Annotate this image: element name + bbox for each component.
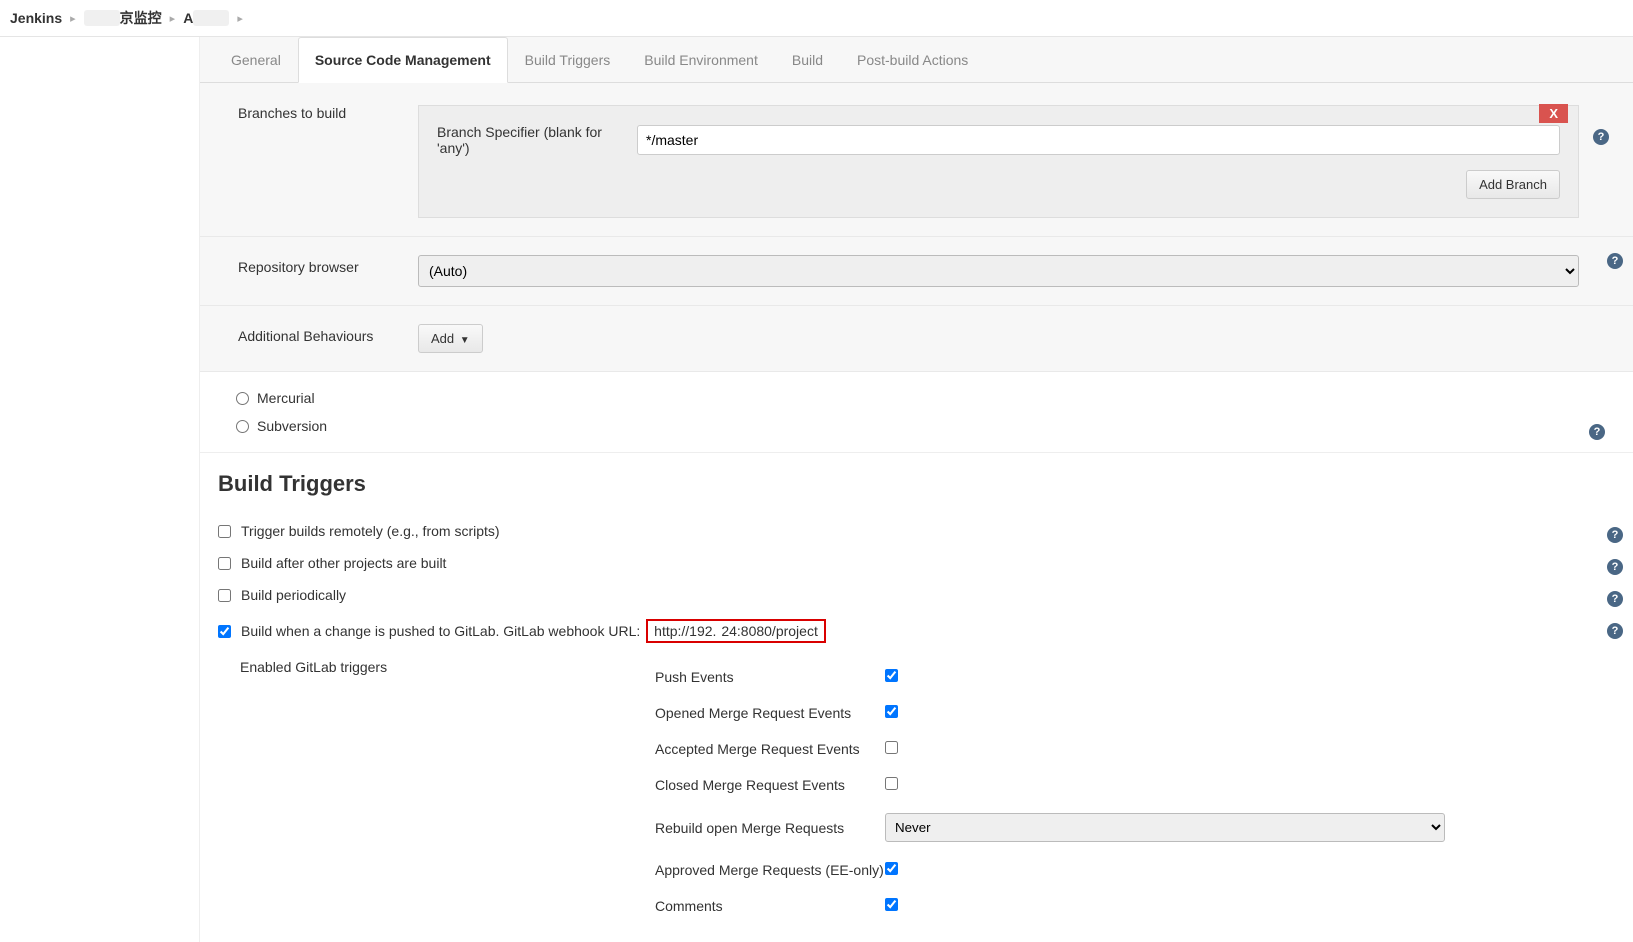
branches-panel: Branches to build X Branch Specifier (bl… xyxy=(200,83,1633,237)
repo-browser-label: Repository browser xyxy=(218,255,418,275)
branch-specifier-input[interactable] xyxy=(637,125,1560,155)
tab-environment[interactable]: Build Environment xyxy=(627,37,775,83)
breadcrumb: Jenkins ▸ 京监控 ▸ A ▸ xyxy=(0,0,1633,37)
repo-browser-panel: Repository browser (Auto) ? xyxy=(200,237,1633,306)
caret-down-icon: ▼ xyxy=(460,335,470,346)
trigger-after-checkbox[interactable] xyxy=(218,557,231,570)
left-sidebar xyxy=(0,37,200,942)
rebuild-mr-select[interactable]: Never xyxy=(885,813,1445,842)
accepted-mr-checkbox[interactable] xyxy=(885,741,898,754)
branch-specifier-label: Branch Specifier (blank for 'any') xyxy=(437,124,637,156)
help-icon[interactable]: ? xyxy=(1607,591,1623,607)
add-branch-button[interactable]: Add Branch xyxy=(1466,170,1560,199)
gitlab-webhook-url: http://192. 24:8080/project xyxy=(646,619,826,643)
chevron-right-icon: ▸ xyxy=(70,12,76,25)
trigger-periodic-label: Build periodically xyxy=(241,587,346,603)
opened-mr-label: Opened Merge Request Events xyxy=(655,705,885,721)
help-icon[interactable]: ? xyxy=(1607,527,1623,543)
tab-triggers[interactable]: Build Triggers xyxy=(508,37,628,83)
add-behaviour-button[interactable]: Add ▼ xyxy=(418,324,483,353)
config-tabs: General Source Code Management Build Tri… xyxy=(200,37,1633,83)
trigger-remote-label: Trigger builds remotely (e.g., from scri… xyxy=(241,523,500,539)
tab-general[interactable]: General xyxy=(214,37,298,83)
breadcrumb-job[interactable]: A xyxy=(183,10,229,26)
additional-behaviours-label: Additional Behaviours xyxy=(218,324,418,344)
chevron-right-icon: ▸ xyxy=(170,12,176,25)
breadcrumb-project[interactable]: 京监控 xyxy=(84,8,162,28)
build-triggers-options: Trigger builds remotely (e.g., from scri… xyxy=(200,515,1633,942)
help-icon[interactable]: ? xyxy=(1607,623,1623,639)
scm-subversion-label: Subversion xyxy=(257,418,327,434)
breadcrumb-root[interactable]: Jenkins xyxy=(10,10,62,26)
push-events-label: Push Events xyxy=(655,669,885,685)
comments-checkbox[interactable] xyxy=(885,898,898,911)
rebuild-mr-label: Rebuild open Merge Requests xyxy=(655,820,885,836)
scm-mercurial-radio[interactable] xyxy=(236,392,249,405)
delete-branch-button[interactable]: X xyxy=(1539,104,1568,123)
scm-mercurial-label: Mercurial xyxy=(257,390,315,406)
opened-mr-checkbox[interactable] xyxy=(885,705,898,718)
closed-mr-checkbox[interactable] xyxy=(885,777,898,790)
chevron-right-icon: ▸ xyxy=(237,12,243,25)
trigger-periodic-checkbox[interactable] xyxy=(218,589,231,602)
branches-to-build-label: Branches to build xyxy=(218,101,418,121)
help-icon[interactable]: ? xyxy=(1607,253,1623,269)
tab-postbuild[interactable]: Post-build Actions xyxy=(840,37,985,83)
trigger-after-label: Build after other projects are built xyxy=(241,555,446,571)
build-triggers-heading: Build Triggers xyxy=(200,453,1633,515)
approved-mr-checkbox[interactable] xyxy=(885,862,898,875)
closed-mr-label: Closed Merge Request Events xyxy=(655,777,885,793)
repo-browser-select[interactable]: (Auto) xyxy=(418,255,1579,287)
approved-mr-label: Approved Merge Requests (EE-only) xyxy=(655,862,885,878)
branch-block: X Branch Specifier (blank for 'any') Add… xyxy=(418,105,1579,218)
trigger-remote-checkbox[interactable] xyxy=(218,525,231,538)
push-events-checkbox[interactable] xyxy=(885,669,898,682)
help-icon[interactable]: ? xyxy=(1607,559,1623,575)
help-icon[interactable]: ? xyxy=(1589,424,1605,440)
scm-subversion-radio[interactable] xyxy=(236,420,249,433)
tab-scm[interactable]: Source Code Management xyxy=(298,37,508,83)
enabled-gitlab-triggers-label: Enabled GitLab triggers xyxy=(240,659,655,924)
trigger-gitlab-label: Build when a change is pushed to GitLab.… xyxy=(241,619,826,643)
trigger-gitlab-checkbox[interactable] xyxy=(218,625,231,638)
scm-radio-panel: Mercurial Subversion ? xyxy=(200,372,1633,453)
additional-panel: Additional Behaviours Add ▼ xyxy=(200,306,1633,372)
help-icon[interactable]: ? xyxy=(1593,129,1609,145)
accepted-mr-label: Accepted Merge Request Events xyxy=(655,741,885,757)
comments-label: Comments xyxy=(655,898,885,914)
tab-build[interactable]: Build xyxy=(775,37,840,83)
